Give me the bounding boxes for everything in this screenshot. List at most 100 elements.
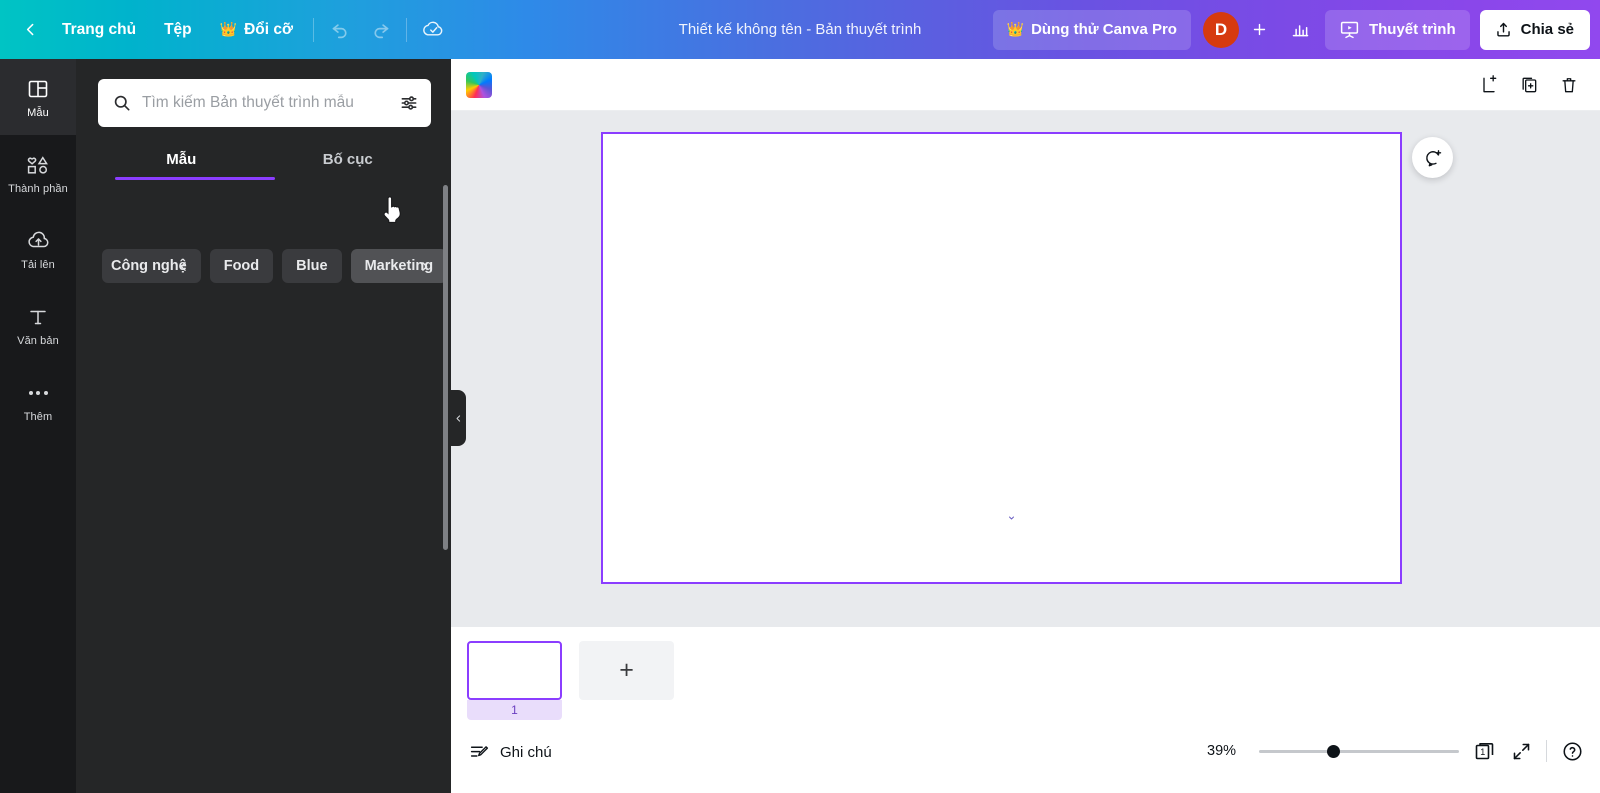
sliders-filter-icon [401, 96, 417, 110]
pro-label: Dùng thử Canva Pro [1031, 21, 1177, 38]
document-toolbar [451, 59, 1600, 111]
help-button[interactable] [1561, 740, 1584, 763]
rainbow-color-swatch[interactable] [466, 71, 492, 98]
chips-next-button[interactable] [413, 249, 435, 283]
chip-label: Food [223, 258, 260, 274]
sidebar-item-text[interactable]: Văn bản [0, 287, 76, 363]
chip-food[interactable]: Food [209, 249, 274, 283]
share-label: Chia sẻ [1520, 21, 1574, 38]
page-count-button[interactable]: 1 [1473, 739, 1497, 763]
file-label: Tệp [164, 20, 192, 38]
question-circle-icon [1563, 741, 1582, 761]
templates-panel: Mẫu Bố cục [76, 59, 451, 793]
resize-label: Đổi cỡ [244, 20, 293, 38]
toolbar-divider [313, 17, 314, 42]
zoom-controls: 39% 1 [1207, 739, 1584, 763]
bottom-divider [1546, 740, 1547, 762]
search-icon [112, 93, 132, 113]
undo-button[interactable] [320, 10, 360, 50]
chip-label: Blue [296, 258, 328, 274]
try-canva-pro-button[interactable]: 👑 Dùng thử Canva Pro [992, 9, 1191, 50]
avatar-initial: D [1214, 19, 1228, 39]
expand-arrows-icon [1513, 743, 1530, 759]
crown-icon-pro: 👑 [1006, 21, 1025, 37]
chevron-down-icon [1008, 516, 1014, 520]
sidebar-item-more[interactable]: Thêm [0, 363, 76, 439]
chevron-left-icon [456, 414, 461, 422]
notes-button[interactable]: Ghi chú [469, 742, 552, 763]
bar-chart-icon [1293, 25, 1309, 37]
saved-status-button[interactable] [413, 10, 453, 50]
chevron-left-icon [26, 23, 33, 36]
back-button[interactable] [12, 10, 48, 50]
chip-scroll-container[interactable]: Công nghệ Food Blue Marketing [76, 249, 448, 283]
canvas-stage[interactable] [451, 111, 1600, 627]
trash-icon [1562, 77, 1576, 92]
sidebar-item-label: Mẫu [27, 106, 49, 119]
sidebar-item-label: Tải lên [21, 258, 55, 271]
page-thumbnail-strip: 1 + [467, 641, 674, 720]
chips-prev-button[interactable] [172, 249, 194, 283]
search-area: Mẫu Bố cục [76, 59, 451, 180]
home-button[interactable]: Trang chủ [48, 10, 150, 50]
panel-tabs: Mẫu Bố cục [98, 141, 431, 180]
present-label: Thuyết trình [1368, 21, 1456, 38]
collapse-panel-button[interactable] [451, 390, 466, 446]
sidebar-item-templates[interactable]: Mẫu [0, 59, 76, 135]
chevron-left-icon [180, 261, 186, 271]
sidebar-item-elements[interactable]: Thành phần [0, 135, 76, 211]
zoom-slider-track [1259, 749, 1459, 753]
zoom-slider-knob[interactable] [1327, 744, 1340, 758]
duplicate-page-icon [1522, 77, 1537, 92]
search-filter-button[interactable] [399, 93, 419, 113]
canva-editor-window: Trang chủ Tệp 👑 Đổi cỡ Thiết kế không tê… [0, 0, 1600, 793]
duplicate-page-button[interactable] [1512, 68, 1546, 102]
search-box[interactable] [98, 79, 431, 127]
toolbar-divider-2 [406, 17, 407, 42]
tab-label: Mẫu [166, 151, 197, 168]
redo-icon [373, 24, 388, 39]
sidebar-item-label: Thêm [23, 410, 53, 423]
fullscreen-button[interactable] [1511, 741, 1532, 762]
add-comment-icon [1425, 149, 1441, 166]
more-dots-icon [28, 380, 48, 406]
add-page-plus: + [619, 656, 634, 684]
active-tab-underline [115, 177, 275, 180]
page-count-badge: 1 [1480, 746, 1486, 757]
zoom-slider[interactable] [1259, 743, 1459, 759]
bottom-bar: 1 + Ghi chú 39% 1 [451, 627, 1600, 793]
home-label: Trang chủ [62, 20, 137, 38]
page-thumbnail-1[interactable]: 1 [467, 641, 562, 720]
undo-icon [332, 24, 347, 39]
share-button[interactable]: Chia sẻ [1479, 9, 1590, 50]
cloud-upload-icon [26, 228, 51, 254]
sidebar-item-uploads[interactable]: Tải lên [0, 211, 76, 287]
search-input[interactable] [142, 94, 399, 112]
collapse-pages-panel-button[interactable] [975, 505, 1047, 525]
add-page-button[interactable] [1472, 68, 1506, 102]
page-thumbnail-preview[interactable] [467, 641, 562, 700]
delete-page-button[interactable] [1552, 68, 1586, 102]
add-page-tile[interactable]: + [579, 641, 674, 700]
present-button[interactable]: Thuyết trình [1324, 9, 1470, 50]
presentation-screen-icon [1340, 21, 1359, 39]
insights-button[interactable] [1281, 10, 1321, 50]
chip-blue[interactable]: Blue [282, 249, 342, 283]
panel-scrollbar[interactable] [443, 185, 448, 550]
notes-pencil-icon [470, 746, 489, 757]
tab-templates[interactable]: Mẫu [98, 141, 265, 180]
file-menu-button[interactable]: Tệp [150, 10, 206, 50]
invite-members-button[interactable] [1243, 13, 1277, 47]
top-toolbar: Trang chủ Tệp 👑 Đổi cỡ Thiết kế không tê… [0, 0, 1600, 59]
resize-button[interactable]: 👑 Đổi cỡ [206, 10, 307, 50]
avatar[interactable]: D [1202, 11, 1239, 48]
document-title-text: Thiết kế không tên - Bản thuyết trình [678, 21, 922, 38]
add-comment-button[interactable] [1412, 137, 1453, 178]
crown-icon: 👑 [219, 21, 238, 37]
redo-button[interactable] [360, 10, 400, 50]
cloud-check-icon [422, 21, 442, 36]
add-page-icon [1483, 74, 1497, 92]
left-rail: Mẫu Thành phần Tải lên Văn bản Thêm [0, 59, 76, 793]
page-number-label: 1 [467, 700, 562, 720]
tab-layouts[interactable]: Bố cục [265, 141, 432, 180]
